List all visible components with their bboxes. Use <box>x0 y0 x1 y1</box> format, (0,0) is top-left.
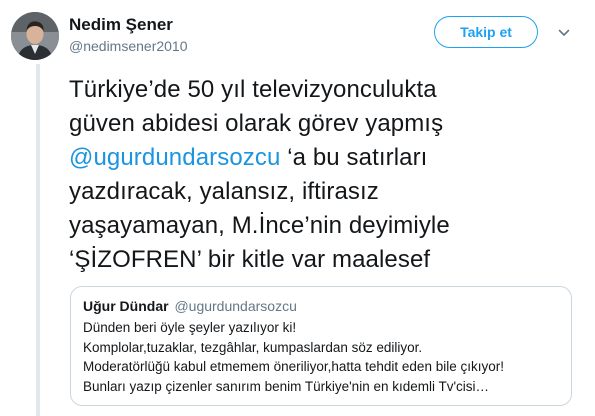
avatar-photo <box>11 12 59 60</box>
tweet-line: Türkiye’de 50 yıl televizyonculukta <box>69 76 437 103</box>
tweet-line: ‘a bu satırları <box>280 144 428 171</box>
tweet-line: yazdıracak, yalansız, iftirasız <box>69 178 379 205</box>
chevron-down-icon[interactable] <box>557 26 571 40</box>
avatar[interactable] <box>11 12 59 60</box>
quoted-author-name: Uğur Dündar <box>83 298 169 314</box>
quoted-tweet-line: Komplolar,tuzaklar, tezgâhlar, kumpaslar… <box>83 339 423 355</box>
quoted-author-handle: @ugurdundarsozcu <box>174 298 297 314</box>
quoted-tweet-line: Bunları yazıp çizenler sanırım benim Tür… <box>83 378 490 394</box>
quoted-tweet-line: Dünden beri öyle şeyler yazılıyor ki! <box>83 320 297 335</box>
tweet-text: Türkiye’de 50 yıl televizyonculukta güve… <box>69 73 579 277</box>
quoted-tweet-text: Dünden beri öyle şeyler yazılıyor ki! Ko… <box>83 318 559 396</box>
tweet-line: ‘ŞİZOFREN’ bir kitle var maalesef <box>69 246 431 273</box>
mention-link[interactable]: @ugurdundarsozcu <box>69 144 280 171</box>
quoted-tweet-header: Uğur Dündar @ugurdundarsozcu <box>83 297 559 315</box>
tweet-line: güven abidesi olarak görev yapmış <box>69 110 444 137</box>
follow-button[interactable]: Takip et <box>434 16 538 48</box>
quoted-tweet-line: Moderatörlüğü kabul etmemem öneriliyor,h… <box>83 359 504 374</box>
tweet-line: yaşayamayan, M.İnce’nin deyimiyle <box>69 212 450 239</box>
author-name[interactable]: Nedim Şener <box>69 15 173 35</box>
thread-connector-line <box>36 64 40 416</box>
quoted-tweet-card[interactable]: Uğur Dündar @ugurdundarsozcu Dünden beri… <box>70 286 572 406</box>
author-handle[interactable]: @nedimsener2010 <box>69 37 188 55</box>
